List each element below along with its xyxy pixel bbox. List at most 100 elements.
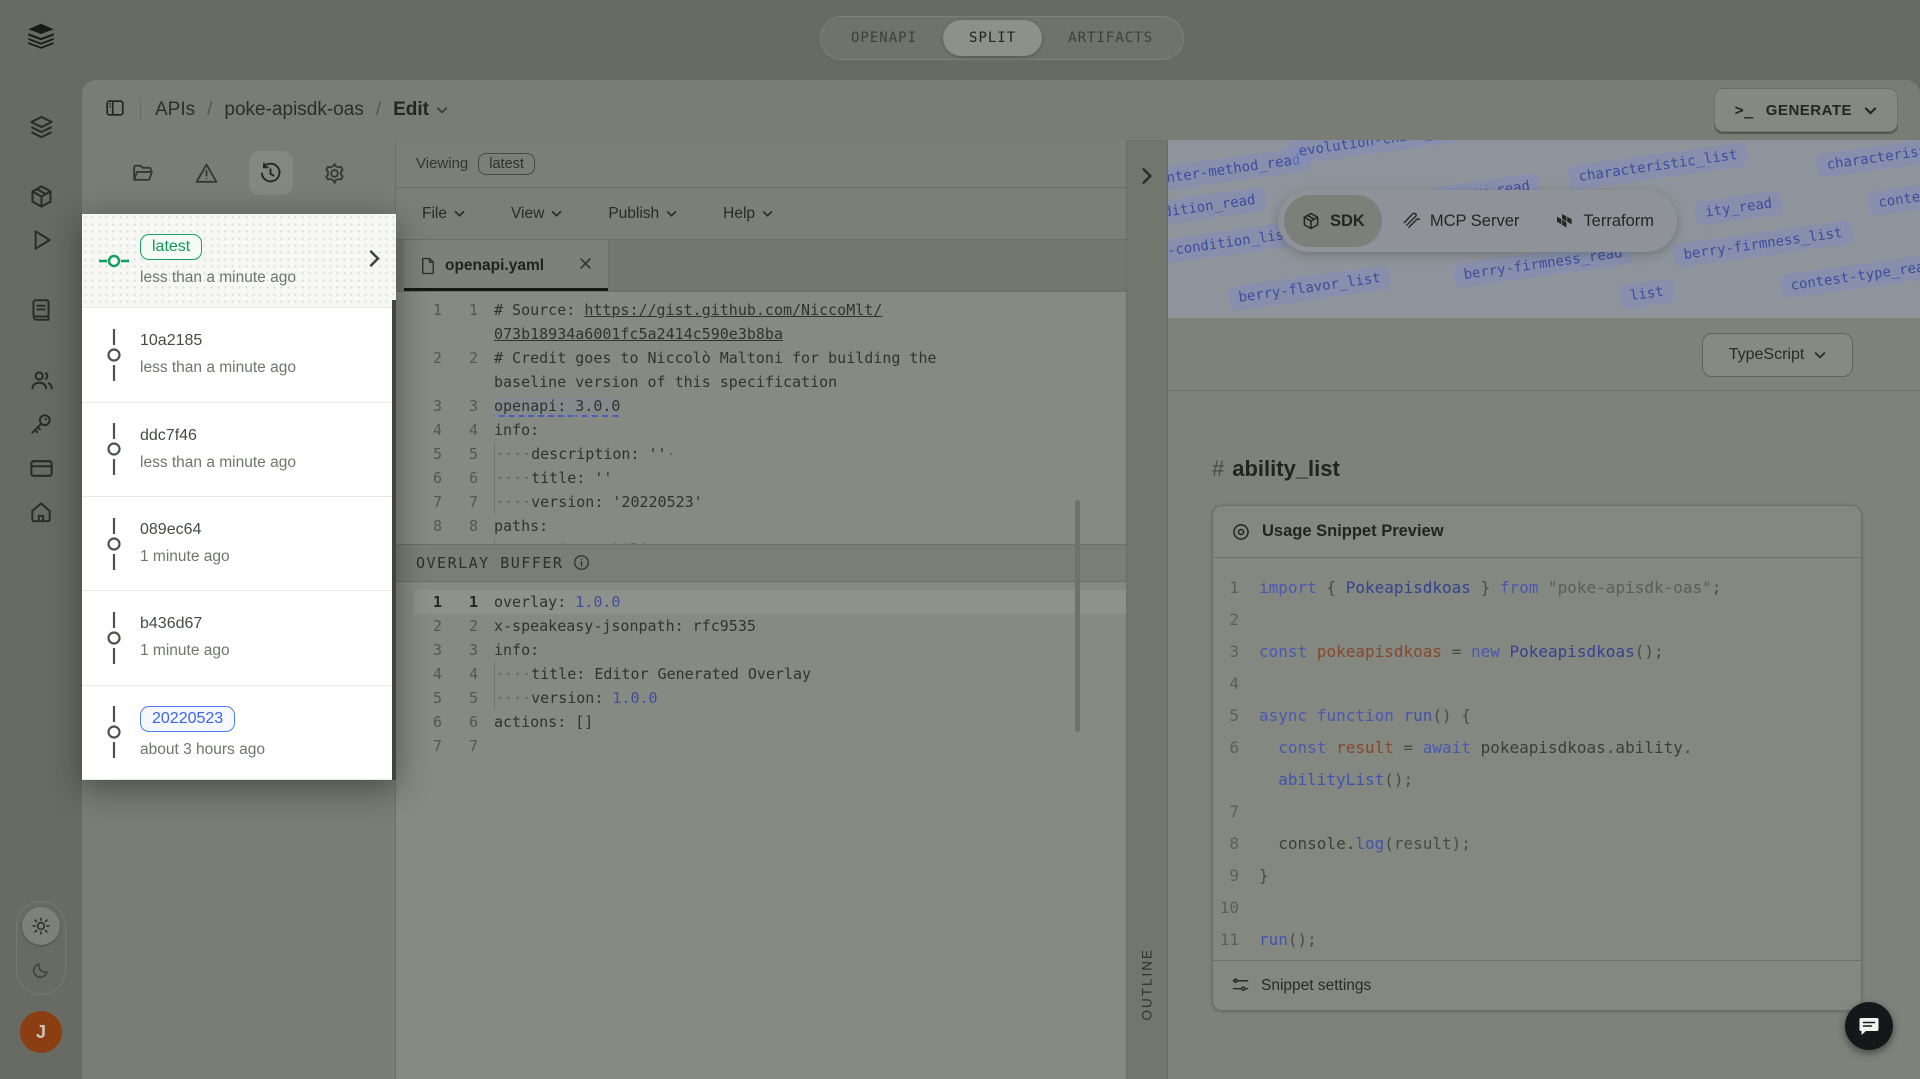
theme-toggle bbox=[16, 901, 66, 995]
editor-settings-button[interactable] bbox=[313, 151, 357, 195]
version-row-latest[interactable]: latest less than a minute ago bbox=[82, 214, 396, 309]
moon-icon bbox=[31, 960, 51, 980]
speakeasy-logo-icon[interactable] bbox=[21, 18, 61, 58]
version-time: about 3 hours ago bbox=[140, 740, 265, 758]
version-time: less than a minute ago bbox=[140, 453, 296, 471]
yaml-editor[interactable]: 1 1 # Source: https://gist.github.com/Nicc… bbox=[396, 292, 1126, 544]
menu-file[interactable]: File bbox=[422, 205, 465, 223]
operation-title: # ability_list bbox=[1212, 456, 1340, 481]
viewing-bar: Viewing latest bbox=[396, 140, 1126, 188]
sidebar-item-docs[interactable] bbox=[21, 290, 61, 330]
language-select[interactable]: TypeScript bbox=[1702, 333, 1853, 377]
tab-artifacts[interactable]: ARTIFACTS bbox=[1042, 20, 1179, 56]
overlay-buffer-title: OVERLAY BUFFER bbox=[416, 553, 564, 572]
target-mcp-server[interactable]: MCP Server bbox=[1384, 195, 1537, 247]
outline-gutter: OUTLINE bbox=[1127, 140, 1168, 1079]
target-sdk[interactable]: SDK bbox=[1284, 195, 1382, 247]
operation-tag: contest_list bbox=[1866, 175, 1920, 217]
terraform-icon bbox=[1557, 213, 1573, 227]
outline-label[interactable]: OUTLINE bbox=[1140, 948, 1155, 1021]
menu-view[interactable]: View bbox=[511, 205, 562, 223]
sidebar-item-runs[interactable] bbox=[21, 220, 61, 260]
snippet-header: Usage Snippet Preview bbox=[1213, 506, 1861, 558]
tab-openapi-yaml[interactable]: openapi.yaml bbox=[404, 240, 609, 291]
sidebar-item-apis[interactable] bbox=[21, 106, 61, 146]
chevron-right-icon[interactable] bbox=[369, 250, 380, 272]
sidebar-collapse-icon[interactable] bbox=[104, 97, 126, 124]
tab-openapi[interactable]: OPENAPI bbox=[825, 20, 943, 56]
snippet-settings-label: Snippet settings bbox=[1261, 976, 1372, 994]
version-hash: ddc7f46 bbox=[140, 426, 197, 444]
sidebar-item-home[interactable] bbox=[21, 492, 61, 532]
artifact-type-switcher: SDK MCP Server Terraform bbox=[1278, 190, 1677, 252]
overlay-buffer-editor[interactable]: 1 1 overlay: 1.0.0 2 2 x-speakeasy-jsonpath:… bbox=[396, 581, 1126, 834]
version-badge-tagged: 20220523 bbox=[140, 705, 236, 732]
history-scrollbar[interactable] bbox=[392, 300, 396, 780]
viewing-version-badge: latest bbox=[478, 152, 535, 175]
view-mode-switcher: OPENAPI SPLIT ARTIFACTS bbox=[820, 16, 1185, 60]
chat-fab-button[interactable] bbox=[1845, 1002, 1893, 1050]
breadcrumb-separator: / bbox=[375, 99, 382, 120]
mcp-icon bbox=[1403, 212, 1420, 228]
chevron-down-icon bbox=[436, 106, 448, 114]
generate-button[interactable]: >_ GENERATE bbox=[1713, 88, 1898, 132]
chevron-down-icon bbox=[666, 210, 677, 217]
breadcrumb-project[interactable]: poke-apisdk-oas bbox=[224, 99, 363, 121]
operation-tag: berry-firmness_list bbox=[1672, 219, 1854, 269]
chevron-down-icon bbox=[762, 210, 773, 217]
panel-divider bbox=[1168, 390, 1920, 391]
version-row[interactable]: b436d67 1 minute ago bbox=[82, 591, 396, 686]
version-time: less than a minute ago bbox=[140, 269, 296, 287]
commit-node-icon bbox=[96, 403, 132, 496]
info-icon[interactable] bbox=[573, 554, 590, 571]
folder-open-icon bbox=[132, 164, 153, 181]
operation-tags-banner: encounter-method_read evolution-chain_li… bbox=[1168, 140, 1920, 318]
snippet-title: Usage Snippet Preview bbox=[1262, 522, 1444, 540]
version-history-panel: latest less than a minute ago 10a2185 le… bbox=[82, 214, 396, 780]
sidebar-item-billing[interactable] bbox=[21, 448, 61, 488]
version-row-20220523[interactable]: 20220523 about 3 hours ago bbox=[82, 686, 396, 780]
menu-help[interactable]: Help bbox=[723, 205, 773, 223]
operation-tag: characteristic_list bbox=[1815, 140, 1920, 179]
history-clock-icon bbox=[260, 162, 281, 182]
version-history-button[interactable] bbox=[248, 151, 293, 195]
editor-empty-area bbox=[396, 833, 1126, 1079]
avatar[interactable]: J bbox=[20, 1011, 62, 1053]
target-terraform[interactable]: Terraform bbox=[1538, 195, 1671, 247]
light-mode-button[interactable] bbox=[22, 907, 60, 945]
operation-tag: berry-flavor_list bbox=[1227, 264, 1393, 312]
header-divider bbox=[140, 98, 141, 122]
file-explorer-button[interactable] bbox=[120, 151, 164, 195]
sidebar-item-packages[interactable] bbox=[21, 176, 61, 216]
problems-button[interactable] bbox=[184, 151, 228, 195]
breadcrumb-edit-label: Edit bbox=[393, 99, 429, 120]
breadcrumb-apis[interactable]: APIs bbox=[155, 99, 195, 121]
sun-icon bbox=[31, 916, 51, 936]
version-hash: 089ec64 bbox=[140, 521, 202, 539]
breadcrumb-edit-dropdown[interactable]: Edit bbox=[393, 99, 448, 121]
tab-filename: openapi.yaml bbox=[445, 256, 545, 274]
version-time: less than a minute ago bbox=[140, 359, 296, 377]
sidebar-item-members[interactable] bbox=[21, 360, 61, 400]
snippet-code[interactable]: 1 import { Pokeapisdkoas } from "poke-api… bbox=[1213, 558, 1861, 962]
expand-panel-button[interactable] bbox=[1140, 168, 1154, 189]
preview-eye-icon bbox=[1233, 523, 1249, 540]
sliders-icon bbox=[1232, 978, 1249, 991]
menu-publish[interactable]: Publish bbox=[608, 205, 677, 223]
editor-scrollbar[interactable] bbox=[1075, 500, 1080, 732]
sidebar-item-api-keys[interactable] bbox=[21, 404, 61, 444]
chevron-down-icon bbox=[551, 210, 562, 217]
language-selected-value: TypeScript bbox=[1728, 346, 1805, 363]
version-row[interactable]: ddc7f46 less than a minute ago bbox=[82, 403, 396, 497]
snippet-settings-row[interactable]: Snippet settings bbox=[1213, 960, 1861, 1010]
editor-tab-bar: openapi.yaml bbox=[396, 240, 1126, 292]
version-row[interactable]: 089ec64 1 minute ago bbox=[82, 497, 396, 592]
gear-icon bbox=[325, 162, 344, 184]
hash-prefix: # bbox=[1212, 456, 1225, 481]
version-row[interactable]: 10a2185 less than a minute ago bbox=[82, 308, 396, 403]
tab-split[interactable]: SPLIT bbox=[943, 20, 1043, 56]
close-icon[interactable] bbox=[579, 257, 592, 275]
dark-mode-button[interactable] bbox=[22, 951, 60, 989]
operation-tag: contest-type_read bbox=[1779, 252, 1920, 300]
version-time: 1 minute ago bbox=[140, 642, 230, 660]
